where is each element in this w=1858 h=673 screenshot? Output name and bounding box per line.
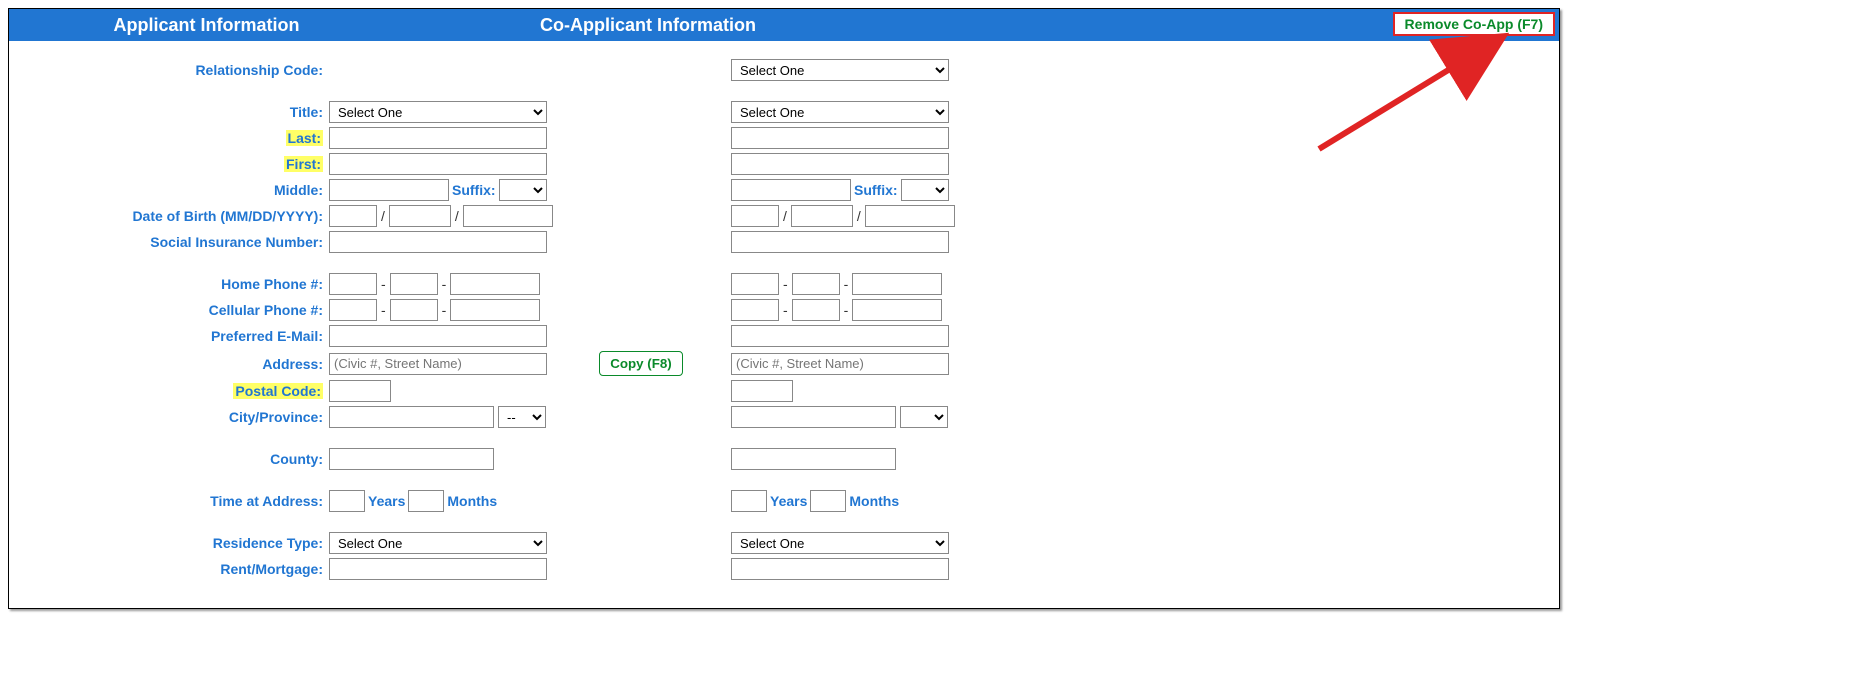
- label-relationship: Relationship Code:: [17, 62, 329, 78]
- co-years-input[interactable]: [731, 490, 767, 512]
- label-months-b: Months: [849, 493, 899, 509]
- co-address-input[interactable]: [731, 353, 949, 375]
- co-middle-input[interactable]: [731, 179, 851, 201]
- app-first-input[interactable]: [329, 153, 547, 175]
- co-rentmort-input[interactable]: [731, 558, 949, 580]
- co-cphone-2[interactable]: [792, 299, 840, 321]
- label-cityprov: City/Province:: [17, 409, 329, 425]
- co-last-input[interactable]: [731, 127, 949, 149]
- app-hphone-1[interactable]: [329, 273, 377, 295]
- co-title-select[interactable]: Select One: [731, 101, 949, 123]
- app-cphone-3[interactable]: [450, 299, 540, 321]
- app-hphone-3[interactable]: [450, 273, 540, 295]
- app-address-input[interactable]: [329, 353, 547, 375]
- co-dob-mm[interactable]: [731, 205, 779, 227]
- label-middle: Middle:: [17, 182, 329, 198]
- header-coapplicant: Co-Applicant Information: [404, 15, 892, 36]
- label-home-phone: Home Phone #:: [17, 276, 329, 292]
- co-hphone-3[interactable]: [852, 273, 942, 295]
- app-rentmort-input[interactable]: [329, 558, 547, 580]
- app-title-select[interactable]: Select One: [329, 101, 547, 123]
- header-bar: Applicant Information Co-Applicant Infor…: [9, 9, 1559, 41]
- app-months-input[interactable]: [408, 490, 444, 512]
- app-city-input[interactable]: [329, 406, 494, 428]
- app-cphone-1[interactable]: [329, 299, 377, 321]
- app-dob-dd[interactable]: [389, 205, 451, 227]
- co-sin-input[interactable]: [731, 231, 949, 253]
- co-hphone-1[interactable]: [731, 273, 779, 295]
- label-postal: Postal Code:: [17, 383, 329, 399]
- label-rent-mortgage: Rent/Mortgage:: [17, 561, 329, 577]
- app-county-input[interactable]: [329, 448, 494, 470]
- app-restype-select[interactable]: Select One: [329, 532, 547, 554]
- label-title: Title:: [17, 104, 329, 120]
- label-residence-type: Residence Type:: [17, 535, 329, 551]
- label-last: Last:: [17, 130, 329, 146]
- app-suffix-select[interactable]: [499, 179, 547, 201]
- label-years-b: Years: [770, 493, 807, 509]
- co-cphone-3[interactable]: [852, 299, 942, 321]
- label-dob: Date of Birth (MM/DD/YYYY):: [17, 208, 329, 224]
- co-relationship-select[interactable]: Select One: [731, 59, 949, 81]
- co-city-input[interactable]: [731, 406, 896, 428]
- copy-button[interactable]: Copy (F8): [599, 351, 682, 376]
- co-restype-select[interactable]: Select One: [731, 532, 949, 554]
- label-cell-phone: Cellular Phone #:: [17, 302, 329, 318]
- app-cphone-2[interactable]: [390, 299, 438, 321]
- label-time-addr: Time at Address:: [17, 493, 329, 509]
- app-years-input[interactable]: [329, 490, 365, 512]
- app-last-input[interactable]: [329, 127, 547, 149]
- label-sin: Social Insurance Number:: [17, 234, 329, 250]
- co-prov-select[interactable]: [900, 406, 948, 428]
- app-middle-input[interactable]: [329, 179, 449, 201]
- label-first: First:: [17, 156, 329, 172]
- app-sin-input[interactable]: [329, 231, 547, 253]
- co-postal-input[interactable]: [731, 380, 793, 402]
- label-county: County:: [17, 451, 329, 467]
- co-first-input[interactable]: [731, 153, 949, 175]
- label-years-a: Years: [368, 493, 405, 509]
- co-months-input[interactable]: [810, 490, 846, 512]
- label-suffix-a: Suffix:: [452, 182, 496, 198]
- co-cphone-1[interactable]: [731, 299, 779, 321]
- co-dob-yyyy[interactable]: [865, 205, 955, 227]
- form-container: Applicant Information Co-Applicant Infor…: [8, 8, 1560, 609]
- co-dob-dd[interactable]: [791, 205, 853, 227]
- co-suffix-select[interactable]: [901, 179, 949, 201]
- app-dob-yyyy[interactable]: [463, 205, 553, 227]
- co-county-input[interactable]: [731, 448, 896, 470]
- app-postal-input[interactable]: [329, 380, 391, 402]
- co-hphone-2[interactable]: [792, 273, 840, 295]
- app-hphone-2[interactable]: [390, 273, 438, 295]
- label-address: Address:: [17, 356, 329, 372]
- label-suffix-b: Suffix:: [854, 182, 898, 198]
- co-email-input[interactable]: [731, 325, 949, 347]
- app-dob-mm[interactable]: [329, 205, 377, 227]
- header-applicant: Applicant Information: [9, 15, 404, 36]
- app-email-input[interactable]: [329, 325, 547, 347]
- label-email: Preferred E-Mail:: [17, 328, 329, 344]
- label-months-a: Months: [447, 493, 497, 509]
- app-prov-select[interactable]: --: [498, 406, 546, 428]
- remove-coapp-button[interactable]: Remove Co-App (F7): [1393, 12, 1555, 36]
